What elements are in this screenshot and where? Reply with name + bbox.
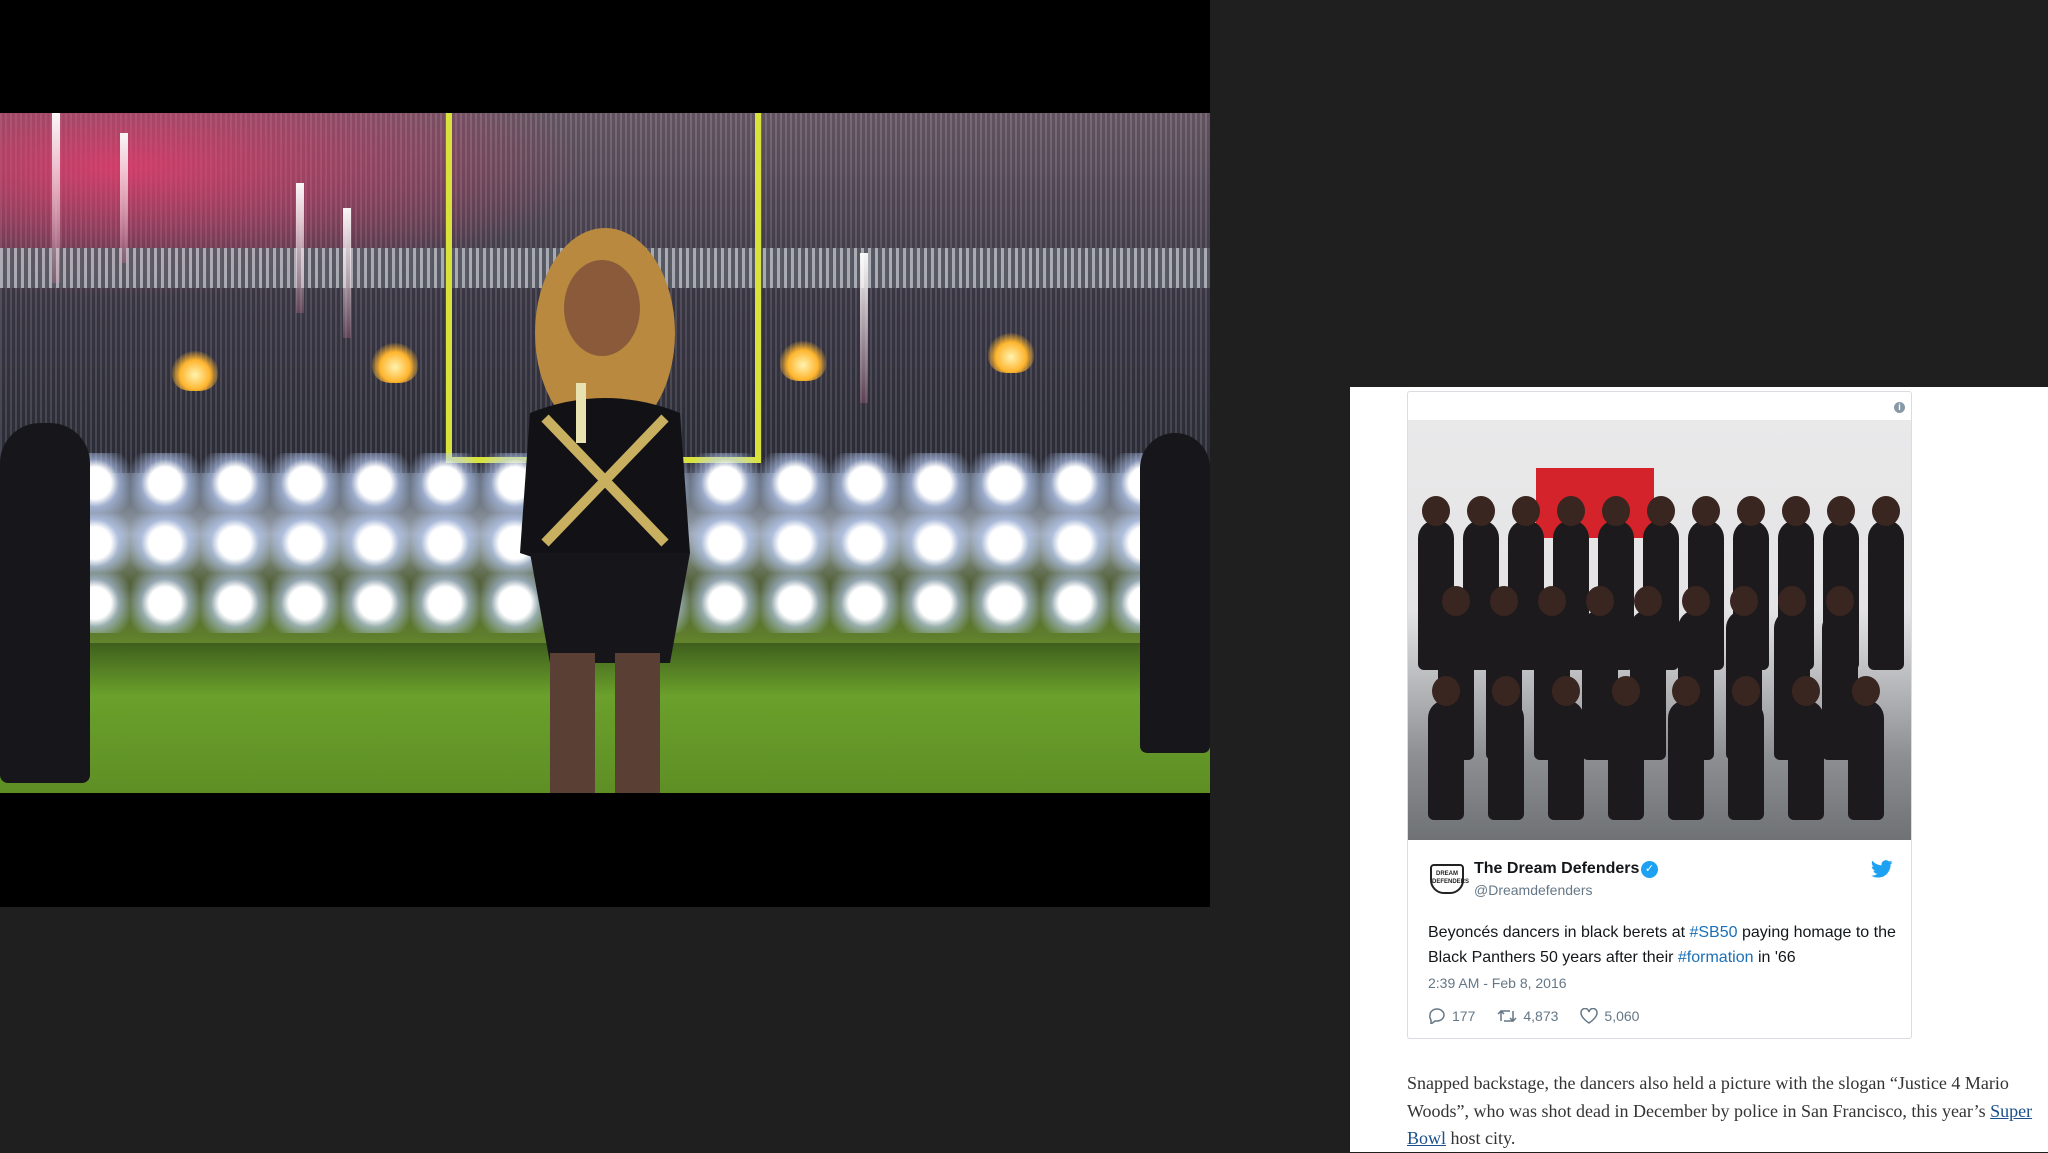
video-player[interactable]	[0, 0, 1210, 907]
firework	[860, 253, 868, 403]
video-frame	[0, 113, 1210, 793]
dancer	[1140, 433, 1210, 753]
author-handle[interactable]: @Dreamdefenders	[1474, 882, 1593, 898]
reply-button[interactable]: 177	[1428, 1005, 1475, 1027]
article-paragraph: Snapped backstage, the dancers also held…	[1407, 1070, 2037, 1153]
embedded-tweet[interactable]: i DREAM DEFENDERS The Dream Defenders ✓ …	[1407, 391, 1912, 1039]
firework	[296, 183, 304, 313]
tweet-text: Beyoncés dancers in black berets at #SB5…	[1428, 920, 1898, 970]
firework	[120, 133, 128, 263]
flame	[988, 333, 1034, 373]
hashtag-link[interactable]: #formation	[1678, 949, 1754, 966]
info-icon[interactable]: i	[1894, 402, 1905, 413]
caption-text: host city.	[1446, 1128, 1516, 1148]
flame	[780, 341, 826, 381]
tweet-photo[interactable]	[1408, 420, 1911, 840]
tweet-text-part: in '66	[1753, 949, 1796, 966]
author-name[interactable]: The Dream Defenders	[1474, 860, 1639, 878]
article-panel: i DREAM DEFENDERS The Dream Defenders ✓ …	[1350, 387, 2048, 1152]
twitter-bird-icon[interactable]	[1871, 860, 1893, 878]
retweet-count: 4,873	[1523, 1008, 1559, 1024]
performer	[520, 228, 690, 793]
like-button[interactable]: 5,060	[1580, 1005, 1639, 1027]
retweet-icon	[1497, 1009, 1517, 1023]
tweet-body: DREAM DEFENDERS The Dream Defenders ✓ @D…	[1408, 840, 1911, 1038]
verified-icon: ✓	[1641, 861, 1658, 878]
goal-post	[755, 113, 761, 463]
heart-icon	[1580, 1008, 1599, 1024]
tweet-text-part: Beyoncés dancers in black berets at	[1428, 924, 1690, 941]
caption-text: Snapped backstage, the dancers also held…	[1407, 1073, 2009, 1121]
flame	[172, 351, 218, 391]
reply-count: 177	[1452, 1008, 1476, 1024]
firework	[343, 208, 351, 338]
red-backdrop	[1536, 468, 1654, 538]
tweet-actions: 177 4,873 5,060	[1428, 1005, 1639, 1027]
reply-icon	[1429, 1008, 1445, 1024]
flame	[372, 343, 418, 383]
hashtag-link[interactable]: #SB50	[1689, 924, 1737, 941]
dancer	[0, 423, 90, 783]
firework	[52, 113, 60, 283]
tweet-timestamp[interactable]: 2:39 AM - Feb 8, 2016	[1428, 975, 1567, 991]
goal-post	[446, 113, 452, 463]
author-avatar[interactable]: DREAM DEFENDERS	[1430, 864, 1469, 894]
retweet-button[interactable]: 4,873	[1497, 1005, 1558, 1027]
like-count: 5,060	[1604, 1008, 1640, 1024]
